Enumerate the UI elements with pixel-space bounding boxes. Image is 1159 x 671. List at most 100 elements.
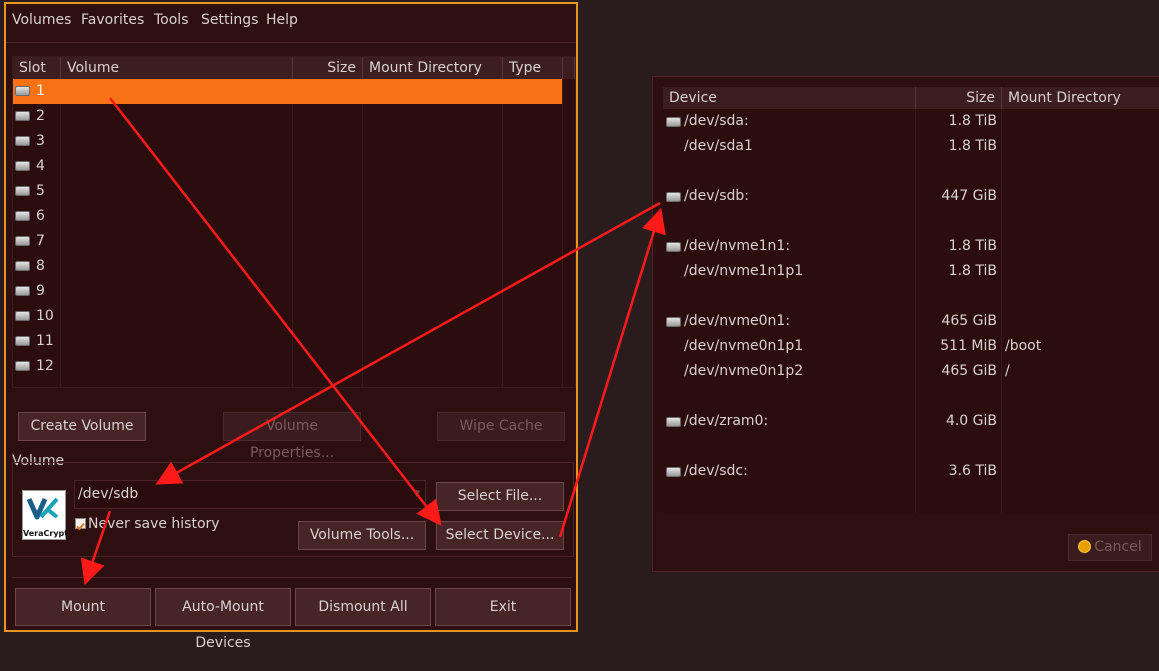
slot-row[interactable]: 11 (13, 329, 562, 354)
col-header-device[interactable]: Device (663, 87, 916, 109)
device-size: 447 GiB (941, 188, 997, 204)
select-file-button[interactable]: Select File... (436, 482, 564, 511)
auto-mount-devices-button[interactable]: Auto-Mount Devices (155, 588, 291, 651)
exit-button[interactable]: Exit (435, 588, 571, 626)
drive-icon (666, 417, 681, 427)
drive-icon (15, 311, 30, 321)
slot-cell: 2 (15, 104, 45, 129)
drive-icon (666, 317, 681, 327)
slot-number: 1 (36, 83, 45, 99)
device-row[interactable]: /dev/nvme0n1p1 511 MiB/boot (663, 334, 1159, 359)
select-device-button[interactable]: Select Device... (436, 521, 564, 550)
drive-icon (15, 286, 30, 296)
slot-row[interactable]: 9 (13, 279, 562, 304)
device-row-spacer (663, 384, 1159, 409)
device-row[interactable]: /dev/nvme0n1p2 465 GiB / (663, 359, 1159, 384)
slot-row[interactable]: 8 (13, 254, 562, 279)
veracrypt-logo-text: VeraCrypt (23, 529, 69, 538)
veracrypt-main-window: Volumes Favorites Tools Settings Help Sl… (4, 2, 578, 651)
device-name: /dev/sdb: (684, 188, 750, 204)
device-name: /dev/nvme0n1p1 (684, 338, 804, 354)
device-row[interactable]: /dev/nvme0n1: 465 GiB (663, 309, 1159, 334)
menu-tools[interactable]: Tools (154, 12, 189, 28)
slot-row[interactable]: 6 (13, 204, 562, 229)
device-size (916, 159, 997, 184)
volume-path-combobox[interactable]: /dev/sdb ▼ (74, 480, 426, 509)
device-mount-dir: /boot (1005, 338, 1042, 354)
col-header-mount-dir[interactable]: Mount Directory (363, 57, 503, 79)
volume-slot-list[interactable]: Slot Volume Size Mount Directory Type 12… (12, 56, 576, 388)
menu-help[interactable]: Help (266, 12, 298, 28)
drive-icon (15, 86, 30, 96)
header-scroll-corner (563, 57, 575, 79)
drive-icon (15, 136, 30, 146)
device-row-spacer (663, 434, 1159, 459)
drive-icon (15, 236, 30, 246)
col-header-size[interactable]: Size (293, 57, 363, 79)
device-row[interactable]: /dev/sda: 1.8 TiB (663, 109, 1159, 134)
slot-row[interactable]: 7 (13, 229, 562, 254)
drive-icon (666, 117, 681, 127)
never-save-history-checkbox[interactable] (75, 518, 86, 531)
mount-button[interactable]: Mount (15, 588, 151, 626)
slot-number: 6 (36, 208, 45, 224)
col-header-size[interactable]: Size (916, 87, 1002, 109)
never-save-history-label[interactable]: Never save history (88, 516, 220, 532)
drive-icon (666, 242, 681, 252)
device-name: /dev/nvme1n1p1 (684, 263, 804, 279)
device-name: /dev/nvme1n1: (684, 238, 791, 254)
device-row[interactable]: /dev/nvme1n1p1 1.8 TiB (663, 259, 1159, 284)
slot-cell: 3 (15, 129, 45, 154)
device-row[interactable]: /dev/zram0: 4.0 GiB (663, 409, 1159, 434)
device-size: 1.8 TiB (948, 238, 997, 254)
slot-number: 3 (36, 133, 45, 149)
slot-number: 8 (36, 258, 45, 274)
wipe-cache-button[interactable]: Wipe Cache (437, 412, 565, 441)
device-row[interactable]: /dev/nvme1n1: 1.8 TiB (663, 234, 1159, 259)
col-header-mount-dir[interactable]: Mount Directory (1002, 87, 1159, 109)
slot-cell: 12 (15, 354, 54, 379)
device-size: 1.8 TiB (948, 263, 997, 279)
menu-settings[interactable]: Settings (201, 12, 258, 28)
slot-row[interactable]: 1 (13, 79, 562, 104)
chevron-down-icon[interactable]: ▼ (413, 481, 420, 508)
drive-icon (15, 361, 30, 371)
menu-favorites[interactable]: Favorites (81, 12, 144, 28)
slot-row[interactable]: 2 (13, 104, 562, 129)
veracrypt-logo-mark (26, 497, 59, 520)
cancel-label: Cancel (1094, 539, 1142, 555)
col-header-type[interactable]: Type (503, 57, 563, 79)
slot-row[interactable]: 4 (13, 154, 562, 179)
device-size: 3.6 TiB (948, 463, 997, 479)
volume-tools-button[interactable]: Volume Tools... (298, 521, 426, 550)
dismount-all-button[interactable]: Dismount All (295, 588, 431, 626)
device-name: /dev/nvme0n1p2 (684, 363, 804, 379)
slot-cell: 9 (15, 279, 45, 304)
drive-icon (15, 336, 30, 346)
slot-row[interactable]: 10 (13, 304, 562, 329)
device-row[interactable]: /dev/sdc: 3.6 TiB (663, 459, 1159, 484)
menu-volumes[interactable]: Volumes (12, 12, 71, 28)
slot-cell: 5 (15, 179, 45, 204)
create-volume-button[interactable]: Create Volume (18, 412, 146, 441)
slot-row[interactable]: 5 (13, 179, 562, 204)
device-row[interactable]: /dev/sdb: 447 GiB (663, 184, 1159, 209)
slot-cell: 7 (15, 229, 45, 254)
cancel-button[interactable]: Cancel (1068, 534, 1152, 561)
col-header-slot[interactable]: Slot (13, 57, 61, 79)
device-name: /dev/sdc: (684, 463, 748, 479)
slot-row[interactable]: 3 (13, 129, 562, 154)
volume-properties-button[interactable]: Volume Properties... (223, 412, 361, 461)
slot-row[interactable]: 12 (13, 354, 562, 379)
slot-cell: 8 (15, 254, 45, 279)
checkmark-icon (76, 522, 85, 531)
device-size: 465 GiB (941, 313, 997, 329)
device-list[interactable]: Device Size Mount Directory /dev/sda: 1.8… (663, 87, 1159, 513)
device-row[interactable]: /dev/sda1 1.8 TiB (663, 134, 1159, 159)
device-size: 1.8 TiB (948, 113, 997, 129)
device-row-spacer (663, 209, 1159, 234)
slot-number: 5 (36, 183, 45, 199)
device-mount-dir: / (1005, 363, 1010, 379)
col-header-volume[interactable]: Volume (61, 57, 293, 79)
device-name: /dev/sda: (684, 113, 749, 129)
